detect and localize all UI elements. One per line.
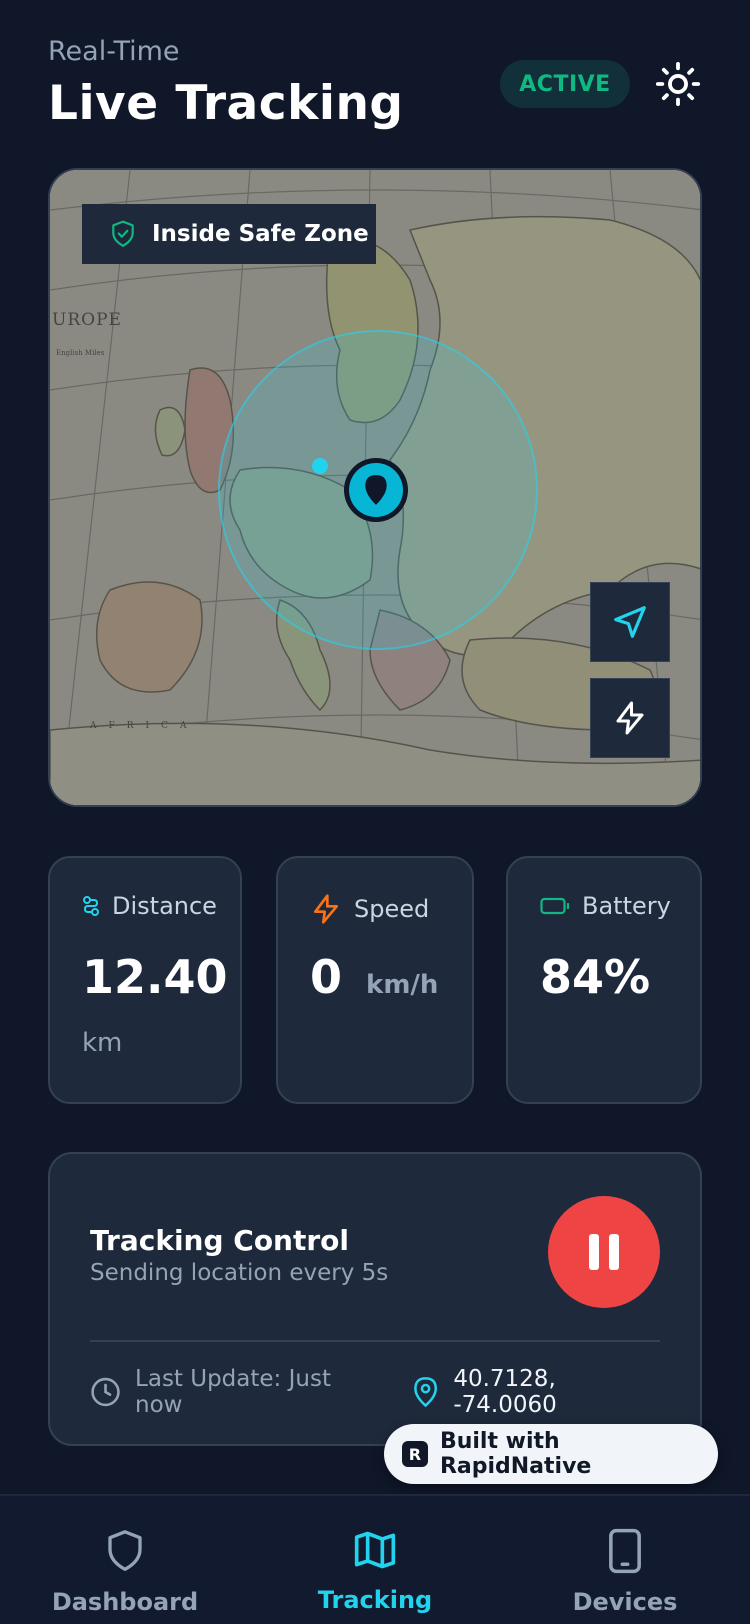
tab-label: Devices	[572, 1588, 678, 1616]
stat-card-battery: Battery 84%	[506, 856, 702, 1104]
pause-tracking-button[interactable]	[548, 1196, 660, 1308]
control-subtitle: Sending location every 5s	[90, 1260, 389, 1286]
map-pin-icon	[365, 475, 387, 505]
stat-label: Speed	[354, 895, 430, 923]
stat-label: Battery	[582, 892, 671, 920]
lightning-icon	[616, 701, 644, 735]
stat-value: 12.40	[82, 950, 228, 1004]
clock-icon	[91, 1377, 120, 1407]
tab-devices[interactable]: Devices	[525, 1528, 725, 1616]
bottom-tab-bar: Dashboard Tracking Devices	[0, 1494, 750, 1624]
stat-value: 0	[310, 950, 343, 1004]
safe-zone-label: Inside Safe Zone	[152, 221, 369, 247]
tracking-control-card: Tracking Control Sending location every …	[48, 1152, 702, 1446]
stat-card-speed: Speed 0 km/h	[276, 856, 474, 1104]
quick-action-button[interactable]	[590, 678, 670, 758]
coordinates-text: 40.7128, -74.0060	[453, 1366, 557, 1418]
navigation-arrow-icon	[614, 606, 646, 638]
built-with-badge[interactable]: R Built with RapidNative	[384, 1424, 718, 1484]
route-icon	[83, 896, 99, 916]
map-icon	[354, 1531, 396, 1569]
built-with-text: Built with RapidNative	[439, 1429, 592, 1479]
shield-icon	[108, 1530, 142, 1571]
stat-value: 84%	[540, 950, 651, 1004]
sun-icon	[655, 61, 701, 107]
stat-value-row: 0 km/h	[310, 950, 438, 1004]
location-marker[interactable]	[344, 458, 408, 522]
location-pin-icon	[414, 1377, 438, 1408]
theme-toggle-button[interactable]	[654, 60, 702, 108]
page-title: Live Tracking	[48, 76, 404, 131]
pause-icon-bar	[609, 1234, 619, 1270]
stat-label: Distance	[112, 892, 217, 920]
tab-dashboard[interactable]: Dashboard	[25, 1528, 225, 1616]
recenter-button[interactable]	[590, 582, 670, 662]
tracking-meta: Last Update: Just now 40.7128, -74.0060	[90, 1366, 660, 1418]
stat-unit: km	[82, 1028, 123, 1058]
lightning-icon	[314, 894, 338, 924]
trail-dot	[312, 458, 328, 474]
shield-check-icon	[112, 220, 134, 247]
pause-icon-bar	[589, 1234, 599, 1270]
control-title: Tracking Control	[90, 1224, 350, 1257]
rapidnative-logo: R	[402, 1441, 428, 1467]
stat-unit: km/h	[366, 970, 439, 1000]
last-update-text: Last Update: Just now	[135, 1366, 331, 1418]
divider	[90, 1340, 660, 1342]
safe-zone-badge: Inside Safe Zone	[82, 204, 376, 264]
battery-icon	[540, 897, 570, 915]
tab-label: Tracking	[317, 1586, 433, 1614]
tab-label: Dashboard	[51, 1588, 199, 1616]
header: Real-Time Live Tracking ACTIVE	[48, 36, 702, 136]
status-badge: ACTIVE	[500, 60, 630, 108]
tab-tracking[interactable]: Tracking	[275, 1528, 475, 1614]
stat-card-distance: Distance 12.40 km	[48, 856, 242, 1104]
map-view[interactable]: UROPE English Miles AFRICA Inside Safe Z…	[48, 168, 702, 807]
phone-icon	[609, 1528, 641, 1574]
page-subtitle: Real-Time	[48, 36, 180, 67]
